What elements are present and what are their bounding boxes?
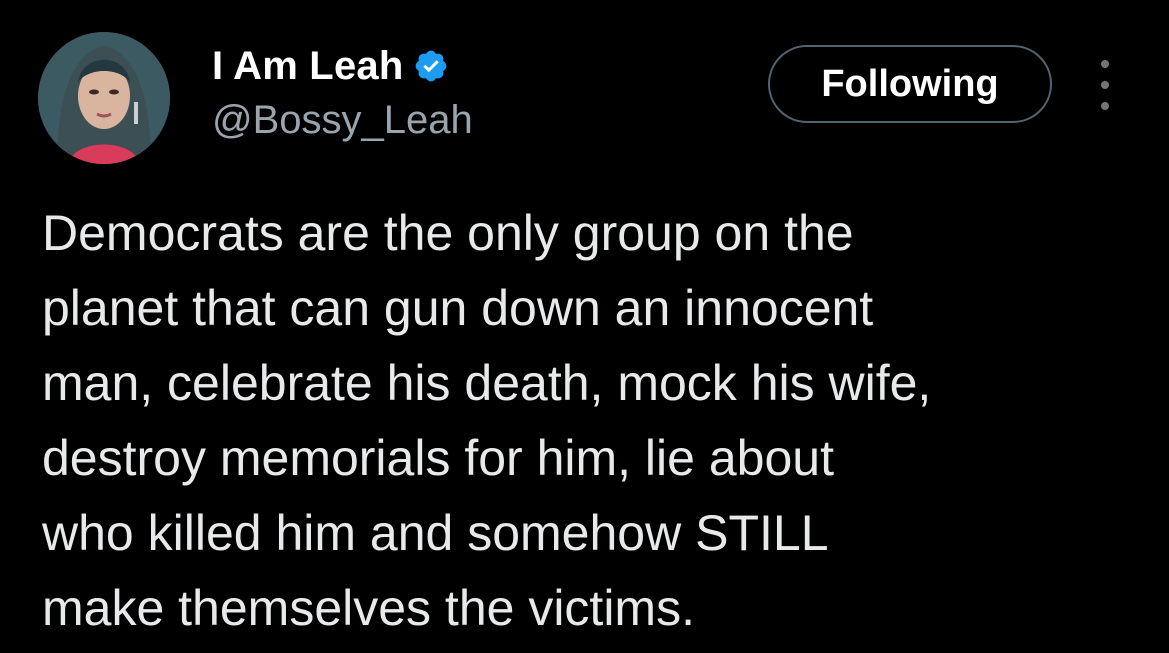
dot (1101, 102, 1109, 110)
tweet-text-line: destroy memorials for him, lie about (42, 430, 834, 486)
author-display-name[interactable]: I Am Leah (212, 44, 403, 89)
more-options-icon[interactable] (1092, 60, 1118, 110)
following-button[interactable]: Following (768, 45, 1052, 123)
dot (1101, 60, 1109, 68)
tweet-text-line: man, celebrate his death, mock his wife, (42, 355, 932, 411)
author-handle[interactable]: @Bossy_Leah (212, 98, 473, 143)
verified-badge-icon (413, 48, 449, 84)
author-name-row: I Am Leah (212, 40, 449, 92)
dot (1101, 81, 1109, 89)
author-avatar[interactable] (38, 32, 170, 164)
tweet-text-line: who killed him and somehow STILL (42, 505, 829, 561)
tweet-text-line: Democrats are the only group on the (42, 205, 854, 261)
tweet-text: Democrats are the only group on the plan… (42, 196, 1142, 646)
tweet-card: I Am Leah @Bossy_Leah Following Democrat… (0, 0, 1169, 653)
tweet-text-line: make themselves the victims. (42, 580, 695, 636)
tweet-text-line: planet that can gun down an innocent (42, 280, 874, 336)
avatar-photo (38, 32, 170, 164)
